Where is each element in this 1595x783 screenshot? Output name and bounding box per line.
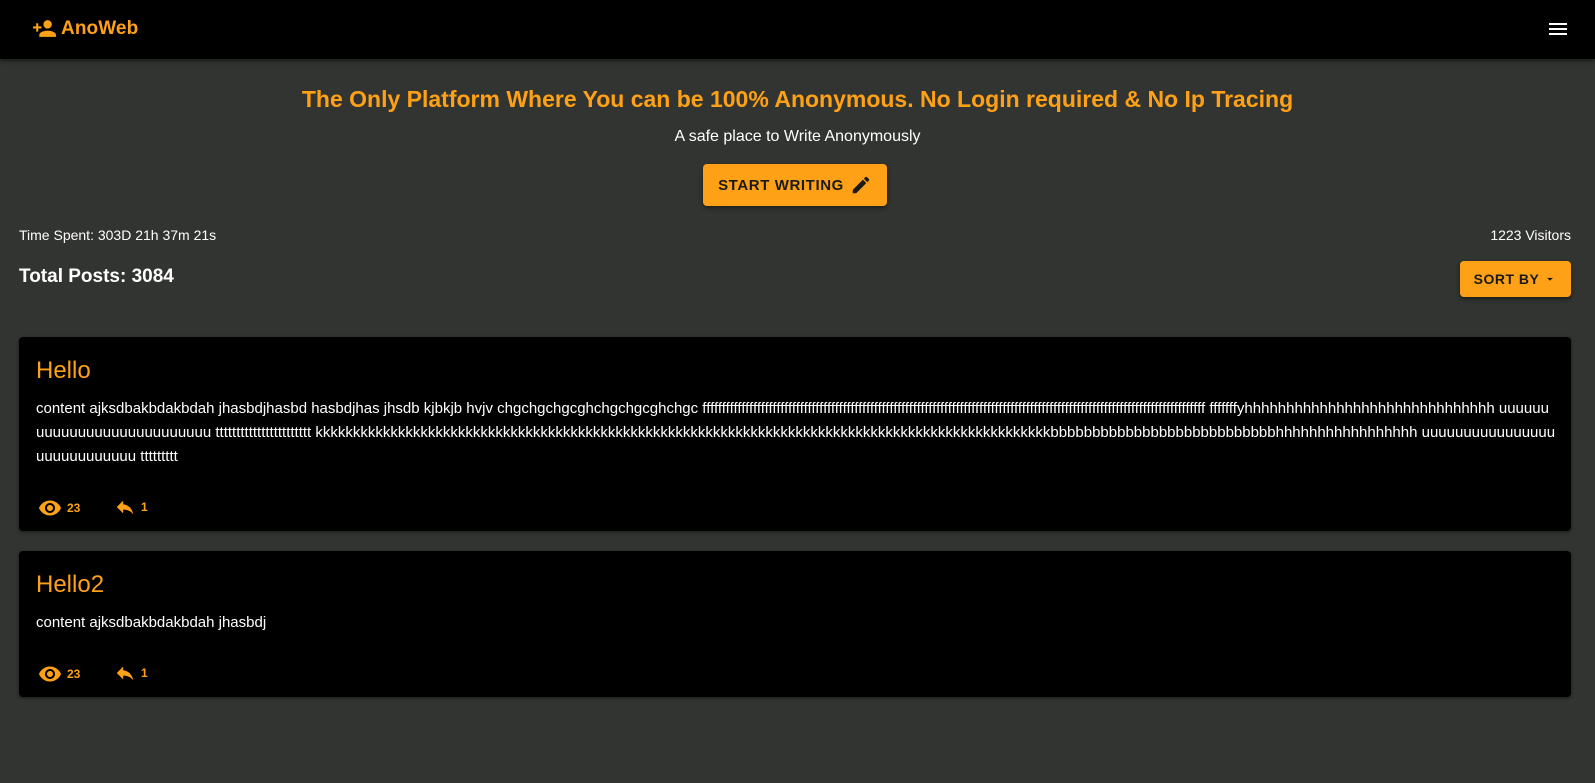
post-card[interactable]: Hello2 content ajksdbakbdakbdah jhasbdj …: [19, 551, 1571, 697]
hero-subtitle: A safe place to Write Anonymously: [674, 128, 921, 145]
hamburger-menu-button[interactable]: [1545, 16, 1571, 42]
reply-icon: [116, 666, 134, 681]
eye-icon: [39, 666, 61, 682]
eye-icon: [39, 500, 61, 516]
post-replies: 1: [114, 662, 148, 684]
caret-down-icon: [1547, 277, 1554, 281]
replies-count: 1: [141, 500, 148, 514]
post-content: content ajksdbakbdakbdah jhasbdjhasbd ha…: [36, 400, 1556, 465]
hero-title: The Only Platform Where You can be 100% …: [301, 86, 1294, 112]
post-views: 23: [38, 496, 80, 520]
post-title: Hello2: [36, 571, 105, 598]
start-writing-label: START WRITING: [718, 176, 844, 194]
total-posts-heading: Total Posts: 3084: [19, 266, 174, 287]
views-count: 23: [67, 667, 81, 681]
brand-link[interactable]: AnoWeb: [32, 16, 138, 41]
post-views: 23: [38, 662, 80, 686]
post-card[interactable]: Hello content ajksdbakbdakbdah jhasbdjha…: [19, 337, 1571, 531]
replies-count: 1: [141, 666, 148, 680]
brand-name: AnoWeb: [61, 17, 139, 39]
sort-by-button[interactable]: SORT BY: [1460, 261, 1571, 297]
hamburger-menu-icon: [1549, 23, 1567, 35]
pencil-icon: [852, 176, 870, 194]
time-spent-text: Time Spent: 303D 21h 37m 21s: [19, 227, 217, 243]
top-navbar: AnoWeb: [0, 0, 1595, 59]
post-replies: 1: [114, 496, 148, 518]
sort-by-label: SORT BY: [1473, 271, 1540, 287]
start-writing-button[interactable]: START WRITING: [703, 164, 887, 206]
visitors-count: 1223 Visitors: [1490, 227, 1571, 243]
post-title: Hello: [36, 357, 91, 384]
views-count: 23: [67, 501, 81, 515]
person-add-icon: [33, 20, 56, 37]
reply-icon: [116, 500, 134, 515]
post-content: content ajksdbakbdakbdah jhasbdj: [36, 614, 267, 631]
